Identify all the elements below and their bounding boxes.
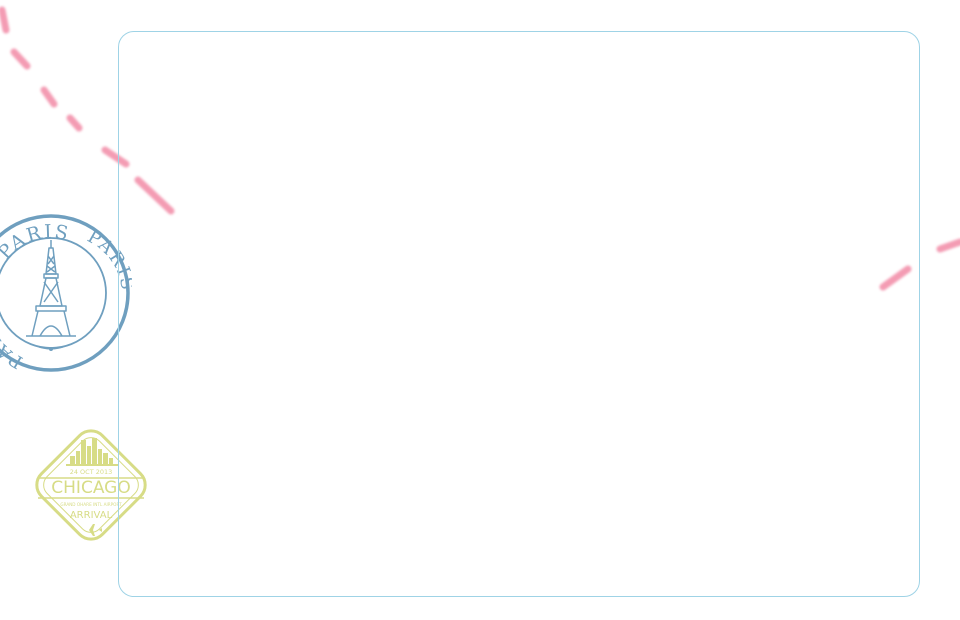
- chicago-stamp-subtext: GRAND OHARE INTL AIRPORT: [60, 502, 122, 507]
- eiffel-tower-icon: [26, 240, 76, 337]
- content-frame: [118, 31, 920, 597]
- slide-canvas: PARIS PARIS PARIS: [0, 0, 960, 620]
- chicago-stamp-date: 24 OCT 2013: [70, 468, 113, 476]
- airplane-icon: [83, 524, 102, 536]
- paris-stamp: PARIS PARIS PARIS: [0, 214, 132, 372]
- chicago-stamp-status: ARRIVAL: [70, 510, 113, 521]
- svg-text:PARIS: PARIS: [0, 305, 27, 372]
- paris-stamp-text-left: PARIS: [0, 305, 25, 372]
